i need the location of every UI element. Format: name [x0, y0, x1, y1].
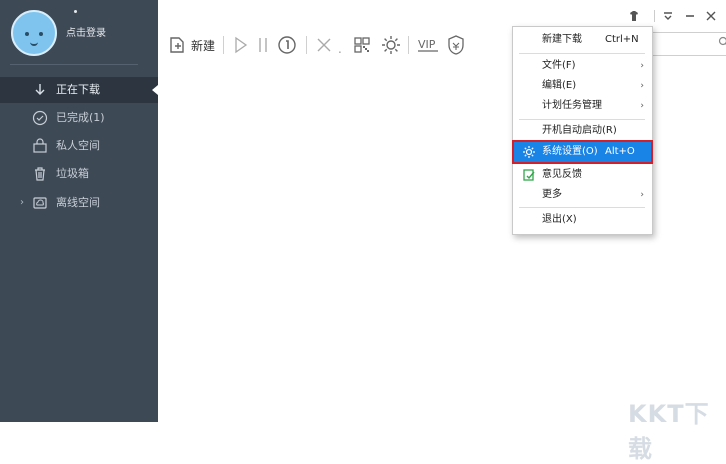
submenu-arrow-icon: ›	[640, 56, 644, 76]
menu-icon[interactable]	[662, 10, 674, 22]
toolbar-divider	[223, 36, 224, 54]
dot-separator: .	[338, 42, 342, 46]
menu-item-file[interactable]: 文件(F) ›	[514, 56, 651, 76]
menu-item-edit[interactable]: 编辑(E) ›	[514, 76, 651, 96]
search-input[interactable]	[650, 32, 726, 56]
chevron-right-icon[interactable]: ›	[20, 190, 24, 216]
menu-divider	[519, 119, 645, 120]
sidebar-item-offline-space[interactable]: › 离线空间	[0, 190, 158, 216]
sidebar-item-label: 正在下载	[56, 77, 100, 103]
download-arrow-icon	[32, 82, 48, 98]
toolbar-divider	[408, 36, 409, 54]
search-icon[interactable]	[718, 36, 726, 48]
menu-item-label: 退出(X)	[542, 210, 577, 230]
settings-icon[interactable]	[380, 34, 402, 56]
sidebar-item-private-space[interactable]: 私人空间	[0, 133, 158, 159]
menu-item-exit[interactable]: 退出(X)	[514, 210, 651, 230]
avatar-eye-right	[39, 32, 43, 36]
menu-item-label: 文件(F)	[542, 56, 576, 76]
play-icon[interactable]	[232, 34, 250, 56]
cloud-folder-icon	[32, 195, 48, 211]
trash-icon	[32, 166, 48, 182]
avatar-mouth	[30, 40, 38, 46]
check-circle-icon	[32, 110, 48, 126]
skin-icon[interactable]	[628, 10, 640, 22]
menu-item-autostart[interactable]: 开机自动启动(R)	[514, 121, 651, 141]
menu-item-label: 新建下载	[542, 30, 582, 50]
menu-item-shortcut: Alt+O	[605, 142, 635, 162]
login-link[interactable]: 点击登录	[66, 24, 106, 39]
menu-item-shortcut: Ctrl+N	[605, 30, 639, 50]
sidebar-item-trash[interactable]: 垃圾箱	[0, 161, 158, 187]
sidebar-item-label: 私人空间	[56, 133, 100, 159]
close-icon[interactable]	[705, 10, 717, 22]
toolbar-divider	[306, 36, 307, 54]
menu-item-label: 系统设置(O)	[542, 142, 598, 162]
sidebar-item-downloading[interactable]: 正在下载	[0, 77, 158, 103]
shield-icon[interactable]	[446, 34, 466, 56]
vip-icon[interactable]: VIP	[416, 34, 440, 56]
watermark: KKT下载	[628, 394, 726, 464]
menu-item-feedback[interactable]: 意见反馈	[514, 165, 651, 185]
submenu-arrow-icon: ›	[640, 76, 644, 96]
sidebar-item-label: 垃圾箱	[56, 161, 89, 187]
menu-divider	[519, 53, 645, 54]
lock-folder-icon	[32, 138, 48, 154]
window-controls-divider	[654, 10, 655, 22]
submenu-arrow-icon: ›	[640, 185, 644, 205]
speed-limit-icon[interactable]	[276, 34, 298, 56]
delete-icon[interactable]	[314, 34, 334, 56]
menu-item-more[interactable]: 更多 ›	[514, 185, 651, 205]
submenu-arrow-icon: ›	[640, 96, 644, 116]
pause-icon[interactable]	[256, 34, 270, 56]
avatar-eye-left	[25, 32, 29, 36]
menu-item-scheduled-tasks[interactable]: 计划任务管理 ›	[514, 96, 651, 116]
menu-item-system-settings[interactable]: 系统设置(O) Alt+O	[514, 142, 651, 162]
sidebar-item-completed[interactable]: 已完成(1)	[0, 105, 158, 131]
new-file-icon[interactable]	[167, 34, 187, 56]
feedback-icon	[522, 168, 536, 182]
main-context-menu: 新建下载 Ctrl+N 文件(F) › 编辑(E) › 计划任务管理 › 开机自…	[512, 26, 653, 235]
menu-item-new-download[interactable]: 新建下载 Ctrl+N	[514, 30, 651, 50]
sidebar-item-label: 已完成(1)	[56, 105, 105, 131]
avatar[interactable]	[11, 10, 57, 56]
sidebar: 点击登录 正在下载 已完成(1) 私人空间 垃圾箱 › 离线空间	[0, 0, 158, 422]
menu-item-label: 更多	[542, 185, 562, 205]
active-indicator	[152, 85, 158, 95]
menu-item-label: 意见反馈	[542, 165, 582, 185]
sidebar-divider	[10, 64, 138, 65]
menu-item-label: 开机自动启动(R)	[542, 121, 617, 141]
minimize-icon[interactable]	[684, 10, 696, 22]
qr-code-icon[interactable]	[352, 34, 372, 56]
menu-divider	[519, 207, 645, 208]
new-task-button[interactable]: 新建	[191, 37, 215, 54]
svg-text:VIP: VIP	[418, 38, 436, 51]
sidebar-item-label: 离线空间	[56, 190, 100, 216]
menu-item-label: 编辑(E)	[542, 76, 576, 96]
gear-icon	[522, 145, 536, 159]
login-status-dot	[74, 10, 77, 13]
menu-item-label: 计划任务管理	[542, 96, 602, 116]
